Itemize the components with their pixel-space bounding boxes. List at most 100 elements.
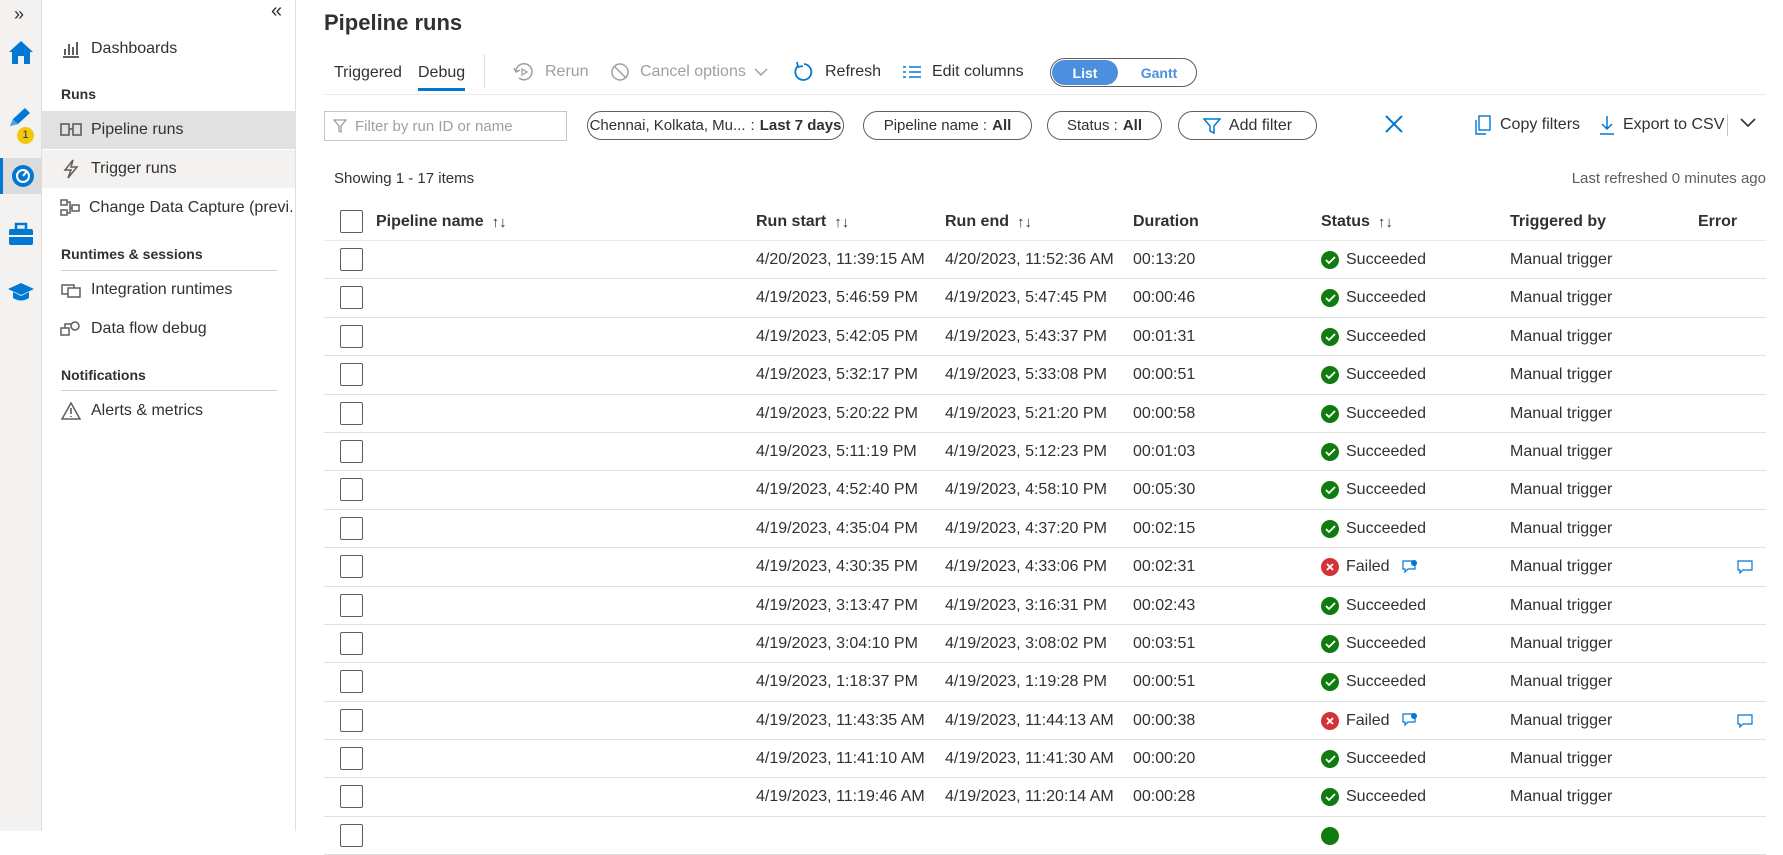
pipeline-name-filter[interactable]: Pipeline name : All — [863, 111, 1032, 140]
table-row[interactable]: 4/19/2023, 1:18:37 PM 4/19/2023, 1:19:28 … — [324, 663, 1766, 702]
table-row[interactable]: 4/19/2023, 3:04:10 PM 4/19/2023, 3:08:02 … — [324, 625, 1766, 664]
sidebar-item-integration-runtimes[interactable]: Integration runtimes — [42, 271, 295, 309]
trigger-icon — [60, 159, 82, 179]
home-icon[interactable] — [0, 34, 42, 70]
alert-icon — [60, 402, 82, 420]
table-header: Pipeline name ↑↓ Run start ↑↓ Run end ↑↓ Du… — [324, 203, 1766, 241]
view-list-option[interactable]: List — [1052, 60, 1118, 85]
row-checkbox[interactable] — [340, 516, 363, 540]
table-row[interactable]: 4/19/2023, 5:42:05 PM 4/19/2023, 5:43:37 … — [324, 318, 1766, 357]
row-checkbox[interactable] — [340, 401, 363, 425]
table-row[interactable]: 4/19/2023, 3:13:47 PM 4/19/2023, 3:16:31 … — [324, 587, 1766, 625]
monitor-icon[interactable] — [0, 158, 42, 194]
status-filter[interactable]: Status : All — [1047, 111, 1162, 140]
column-run-end[interactable]: Run end ↑↓ — [945, 203, 1032, 241]
copy-filters-button[interactable]: Copy filters — [1474, 113, 1580, 137]
row-checkbox[interactable] — [340, 593, 363, 617]
chevron-down-icon[interactable] — [1740, 117, 1756, 129]
collapse-sidebar-icon[interactable]: « — [271, 0, 282, 23]
table-row[interactable] — [324, 817, 1766, 855]
table-row[interactable]: 4/20/2023, 11:39:15 AM 4/20/2023, 11:52:3… — [324, 241, 1766, 280]
table-row[interactable]: 4/19/2023, 4:52:40 PM 4/19/2023, 4:58:10 … — [324, 471, 1766, 510]
pipeline-runs-table: Pipeline name ↑↓ Run start ↑↓ Run end ↑↓ Du… — [324, 203, 1766, 855]
row-checkbox[interactable] — [340, 785, 363, 809]
sort-icon[interactable]: ↑↓ — [834, 214, 849, 231]
sidebar-item-alerts-metrics[interactable]: Alerts & metrics — [42, 392, 295, 430]
table-row[interactable]: 4/19/2023, 5:20:22 PM 4/19/2023, 5:21:20 … — [324, 395, 1766, 433]
search-input[interactable] — [355, 117, 555, 135]
pipeline-filter-value: All — [992, 117, 1012, 134]
check-circle-icon — [1321, 634, 1339, 653]
triggered-by-cell: Manual trigger — [1510, 711, 1613, 729]
run-end-cell: 4/20/2023, 11:52:36 AM — [945, 251, 1114, 268]
filter-icon — [333, 119, 347, 133]
row-checkbox[interactable] — [340, 555, 363, 579]
rerun-button[interactable]: Rerun — [513, 59, 589, 85]
toolbar-divider-line — [324, 94, 1766, 95]
row-checkbox[interactable] — [340, 823, 363, 847]
row-checkbox[interactable] — [340, 248, 363, 271]
table-row[interactable]: 4/19/2023, 5:11:19 PM 4/19/2023, 5:12:23 … — [324, 433, 1766, 472]
table-row[interactable]: 4/19/2023, 11:43:35 AM 4/19/2023, 11:44:1… — [324, 702, 1766, 741]
row-checkbox[interactable] — [340, 747, 363, 771]
row-checkbox[interactable] — [340, 478, 363, 502]
select-all-checkbox[interactable] — [340, 210, 363, 233]
close-icon[interactable] — [1383, 113, 1405, 140]
export-csv-button[interactable]: Export to CSV — [1599, 113, 1724, 137]
column-run-start[interactable]: Run start ↑↓ — [756, 203, 849, 241]
column-status[interactable]: Status ↑↓ — [1321, 203, 1393, 241]
refresh-button[interactable]: Refresh — [793, 59, 881, 85]
comment-icon[interactable] — [1737, 714, 1753, 733]
add-filter-button[interactable]: Add filter — [1178, 111, 1317, 140]
status-cell — [1321, 817, 1346, 855]
column-pipeline-name[interactable]: Pipeline name ↑↓ — [376, 203, 507, 241]
row-checkbox[interactable] — [340, 631, 363, 655]
toolbox-icon[interactable] — [0, 216, 42, 252]
sidebar-item-trigger-runs[interactable]: Trigger runs — [42, 150, 295, 188]
table-row[interactable]: 4/19/2023, 5:46:59 PM 4/19/2023, 5:47:45 … — [324, 279, 1766, 318]
status-filter-value: All — [1122, 117, 1143, 134]
expand-icon[interactable]: » — [14, 4, 24, 25]
row-checkbox[interactable] — [340, 324, 363, 348]
run-end-cell: 4/19/2023, 5:43:37 PM — [945, 327, 1107, 345]
row-checkbox[interactable] — [340, 286, 363, 310]
table-row[interactable]: 4/19/2023, 4:30:35 PM 4/19/2023, 4:33:06 … — [324, 548, 1766, 587]
cancel-options-button[interactable]: Cancel options — [610, 59, 768, 85]
status-cell: Succeeded — [1321, 318, 1426, 356]
view-toggle[interactable]: List Gantt — [1050, 58, 1197, 87]
row-checkbox[interactable] — [340, 363, 363, 387]
edit-columns-button[interactable]: Edit columns — [902, 59, 1024, 85]
triggered-by-cell: Manual trigger — [1510, 750, 1613, 768]
sort-icon[interactable]: ↑↓ — [1017, 214, 1032, 231]
time-range-filter[interactable]: Chennai, Kolkata, Mu... : Last 7 days — [587, 111, 844, 140]
triggered-by-cell: Manual trigger — [1510, 519, 1613, 537]
sort-icon[interactable]: ↑↓ — [492, 214, 507, 231]
section-heading-runs: Runs — [61, 86, 96, 102]
table-row[interactable]: 4/19/2023, 11:19:46 AM 4/19/2023, 11:20:1… — [324, 778, 1766, 817]
triggered-by-cell: Manual trigger — [1510, 673, 1613, 691]
column-duration: Duration — [1133, 203, 1199, 241]
sidebar-item-pipeline-runs[interactable]: Pipeline runs — [42, 111, 295, 149]
search-field[interactable] — [324, 111, 567, 141]
tab-debug[interactable]: Debug — [418, 64, 466, 91]
table-row[interactable]: 4/19/2023, 5:32:17 PM 4/19/2023, 5:33:08 … — [324, 356, 1766, 395]
view-gantt-option[interactable]: Gantt — [1126, 60, 1192, 85]
row-checkbox[interactable] — [340, 439, 363, 463]
comment-icon[interactable] — [1401, 559, 1418, 575]
sort-icon[interactable]: ↑↓ — [1378, 214, 1393, 231]
run-end-cell: 4/19/2023, 5:21:20 PM — [945, 404, 1107, 422]
learn-icon[interactable] — [0, 274, 42, 310]
row-checkbox[interactable] — [340, 708, 363, 732]
tab-triggered[interactable]: Triggered — [334, 64, 402, 82]
row-checkbox[interactable] — [340, 670, 363, 694]
sidebar-item-data-flow-debug[interactable]: Data flow debug — [42, 310, 295, 348]
duration-cell: 00:00:38 — [1133, 711, 1196, 729]
sidebar-item-dashboards[interactable]: Dashboards — [42, 30, 295, 68]
comment-icon[interactable] — [1401, 713, 1418, 728]
table-row[interactable]: 4/19/2023, 4:35:04 PM 4/19/2023, 4:37:20 … — [324, 510, 1766, 549]
comment-icon[interactable] — [1737, 560, 1753, 579]
sidebar-item-change-data-capture[interactable]: Change Data Capture (previ... — [42, 189, 295, 227]
integration-runtime-icon — [60, 281, 82, 299]
table-row[interactable]: 4/19/2023, 11:41:10 AM 4/19/2023, 11:41:3… — [324, 740, 1766, 779]
status-cell: Succeeded — [1321, 471, 1426, 509]
